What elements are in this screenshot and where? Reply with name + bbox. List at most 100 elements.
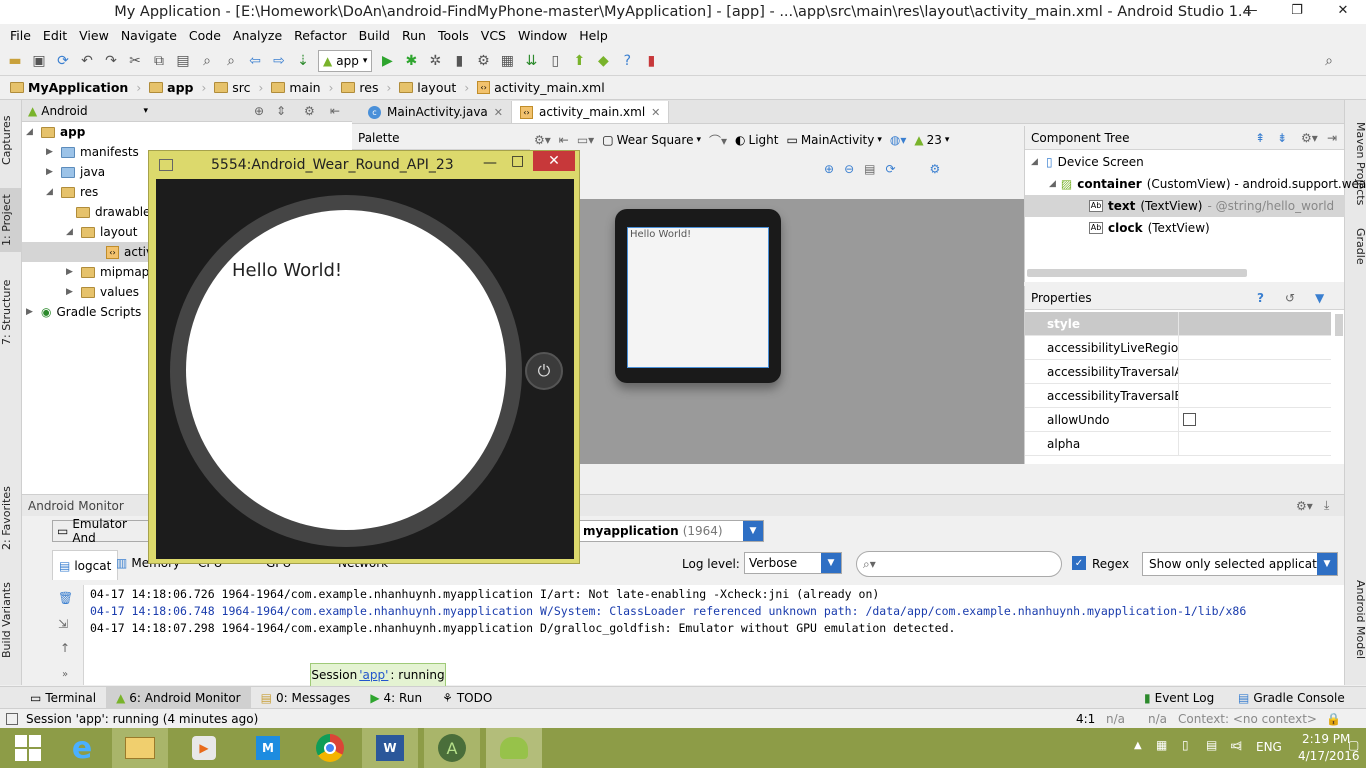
app-m-icon[interactable]: M — [240, 728, 296, 768]
emulator-maximize-button[interactable]: □ — [511, 153, 524, 169]
property-row[interactable]: accessibilityLiveRegion — [1025, 335, 1331, 360]
menu-tools[interactable]: Tools — [432, 28, 475, 43]
tab-run[interactable]: ▶ 4: Run — [360, 687, 432, 709]
tree-item-manifests[interactable]: ▶ manifests — [46, 142, 139, 162]
property-row[interactable]: accessibilityTraversalAfte — [1025, 359, 1331, 384]
tree-item-app[interactable]: ◢ app — [26, 122, 85, 142]
gradle-tab[interactable]: Gradle — [1345, 228, 1366, 280]
collapse-icon[interactable]: ⇕ — [276, 104, 286, 118]
activity-selector[interactable]: ▭ MainActivity ▾ — [786, 133, 881, 147]
menu-code[interactable]: Code — [183, 28, 227, 43]
reset-icon[interactable]: ↺ — [1285, 291, 1295, 305]
maximize-button[interactable]: ❐ — [1274, 0, 1320, 22]
zoom-actual-icon[interactable]: ▤ — [864, 162, 875, 176]
tree-item-res[interactable]: ◢ res — [46, 182, 98, 202]
context-indicator[interactable]: Context: <no context> — [1178, 712, 1317, 726]
project-view-selector[interactable]: ▲ Android ▾ — [28, 102, 148, 120]
expand-arrow-icon[interactable]: ◢ — [26, 127, 36, 137]
menu-view[interactable]: View — [73, 28, 115, 43]
logcat-output[interactable]: 04-17 14:18:06.726 1964-1964/com.example… — [84, 585, 1344, 685]
gear-icon[interactable]: ⚙▾ — [1296, 499, 1313, 513]
start-button[interactable] — [0, 728, 56, 768]
up-icon[interactable]: ↑ — [60, 641, 70, 655]
expand-arrow-icon[interactable]: ◢ — [1049, 179, 1056, 189]
clock-time[interactable]: 2:19 PM — [1302, 732, 1350, 746]
android-emulator-icon[interactable] — [486, 728, 542, 768]
hide-icon[interactable]: ⇥ — [1327, 131, 1337, 145]
tab-todo[interactable]: ⚘ TODO — [432, 687, 502, 709]
device-selector[interactable]: ▭ Emulator And — [52, 517, 152, 545]
tree-item-gradle-scripts[interactable]: ▶ ◉ Gradle Scripts — [26, 302, 141, 322]
expand-arrow-icon[interactable]: ◢ — [46, 187, 56, 197]
log-search-input[interactable]: ⌕▾ — [856, 551, 1062, 577]
forward-icon[interactable]: ⇨ — [270, 52, 288, 70]
notifications-icon[interactable]: ▢ — [1348, 738, 1359, 752]
hide-icon[interactable]: ⤓ — [1324, 498, 1329, 513]
help-icon[interactable]: ? — [618, 52, 636, 70]
cursor-position[interactable]: 4:1 — [1076, 712, 1095, 726]
refresh-icon[interactable]: ⟳ — [885, 162, 895, 176]
orientation-icon[interactable]: ⌒▾ — [709, 132, 727, 149]
tab-terminal[interactable]: ▭ Terminal — [20, 687, 106, 709]
expand-arrow-icon[interactable]: ▶ — [26, 307, 36, 317]
attach-debugger-icon[interactable]: ✲ — [426, 52, 444, 70]
run-icon[interactable]: ▶ — [378, 52, 396, 70]
menu-refactor[interactable]: Refactor — [288, 28, 352, 43]
more-icon[interactable]: » — [62, 669, 68, 680]
internet-explorer-icon[interactable]: e — [54, 728, 110, 768]
process-selector[interactable]: myapplication (1964) ▼ — [578, 520, 764, 542]
settings-icon[interactable]: ⚙ — [930, 162, 941, 176]
menu-build[interactable]: Build — [353, 28, 396, 43]
paste-icon[interactable]: ▤ — [174, 52, 192, 70]
locale-icon[interactable]: ◍▾ — [890, 133, 907, 147]
emulator-close-button[interactable]: ✕ — [533, 151, 575, 171]
expand-arrow-icon[interactable]: ◢ — [66, 227, 76, 237]
gear-icon[interactable]: ⚙ — [304, 104, 315, 118]
emulator-minimize-button[interactable]: — — [483, 155, 497, 171]
expand-arrow-icon[interactable]: ◢ — [1031, 157, 1041, 167]
android-model-tab[interactable]: Android Model — [1345, 580, 1366, 676]
lock-icon[interactable]: 🔒 — [1326, 712, 1341, 726]
tray-arrow-icon[interactable]: ▲ — [1134, 740, 1142, 751]
menu-run[interactable]: Run — [396, 28, 432, 43]
debug-icon[interactable]: ✱ — [402, 52, 420, 70]
maven-projects-tab[interactable]: Maven Projects — [1345, 122, 1366, 222]
scroll-end-icon[interactable]: ⇲ — [58, 617, 68, 631]
sync-icon[interactable]: ⟳ — [54, 52, 72, 70]
tab-activity-main-xml[interactable]: ‹› activity_main.xml ✕ — [512, 101, 670, 123]
stop-monitor-icon[interactable]: ▮ — [642, 52, 660, 70]
tree-item-drawable[interactable]: drawable — [76, 202, 150, 222]
build-variants-tab[interactable]: Build Variants — [0, 582, 22, 658]
tab-android-monitor[interactable]: ▲ 6: Android Monitor — [106, 686, 251, 709]
line-separator[interactable]: n/a — [1106, 712, 1125, 726]
menu-navigate[interactable]: Navigate — [115, 28, 183, 43]
watch-preview-screen[interactable]: Hello World! — [627, 227, 769, 368]
menu-help[interactable]: Help — [573, 28, 614, 43]
breadcrumb-item[interactable]: src — [214, 80, 251, 95]
regex-checkbox[interactable]: ✓ — [1072, 556, 1086, 570]
close-tab-icon[interactable]: ✕ — [494, 106, 503, 119]
power-icon[interactable]: ⏻ — [525, 352, 563, 390]
watch-face[interactable]: Hello World! — [186, 210, 506, 530]
search-everywhere-icon[interactable]: ⌕ — [1320, 52, 1338, 70]
encoding[interactable]: n/a — [1148, 712, 1167, 726]
save-icon[interactable]: ▣ — [30, 52, 48, 70]
stop-icon[interactable]: ▮ — [450, 52, 468, 70]
project-structure-icon[interactable]: ⚙ — [474, 52, 492, 70]
language-indicator[interactable]: ENG — [1256, 740, 1282, 754]
gradle-sync-icon[interactable]: ⇊ — [522, 52, 540, 70]
hide-icon[interactable]: ⇤ — [559, 133, 569, 147]
vertical-scrollbar[interactable] — [1335, 314, 1343, 336]
expand-arrow-icon[interactable]: ▶ — [46, 147, 56, 157]
device-selector[interactable]: ▢ Wear Square ▾ — [602, 133, 701, 147]
breadcrumb-item[interactable]: main — [271, 80, 321, 95]
close-button[interactable]: ✕ — [1320, 0, 1366, 22]
menu-file[interactable]: File — [4, 28, 37, 43]
api-selector[interactable]: ▲ 23 ▾ — [914, 133, 949, 147]
breadcrumb-item[interactable]: layout — [399, 80, 456, 95]
undo-icon[interactable]: ↶ — [78, 52, 96, 70]
chrome-icon[interactable] — [302, 728, 358, 768]
breadcrumb-item[interactable]: ‹› activity_main.xml — [477, 80, 605, 95]
file-explorer-icon[interactable] — [112, 728, 168, 768]
find-icon[interactable]: ⌕ — [198, 52, 216, 70]
